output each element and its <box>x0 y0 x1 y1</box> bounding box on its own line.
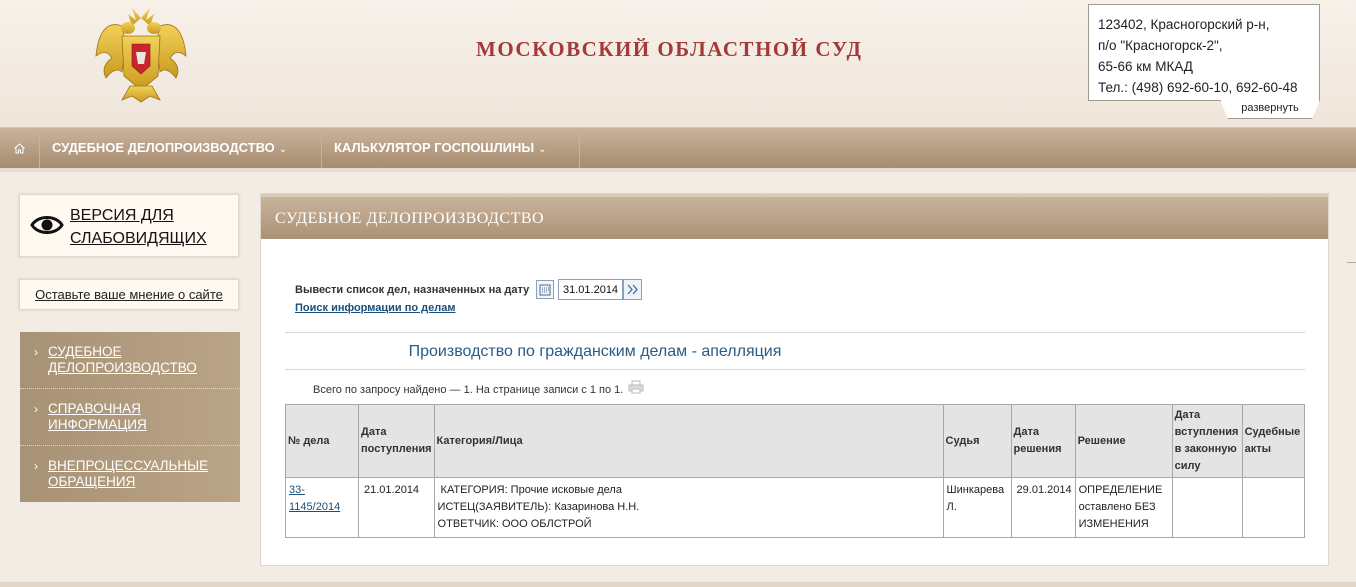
address-line: Тел.: (498) 692-60-10, 692-60-48 <box>1098 80 1298 95</box>
address-line: 123402, Красногорский р-н, <box>1098 17 1270 32</box>
sidebar-menu: › СУДЕБНОЕ ДЕЛОПРОИЗВОДСТВО › СПРАВОЧНАЯ… <box>20 332 240 502</box>
cell-acts <box>1241 477 1306 538</box>
cell-category: КАТЕГОРИЯ: Прочие исковые дела ИСТЕЦ(ЗАЯ… <box>433 477 944 538</box>
nav-item-label: СУДЕБНОЕ ДЕЛОПРОИЗВОДСТВО <box>52 140 275 155</box>
col-header-decision: Решение <box>1074 404 1173 478</box>
cell-decision-date: 29.01.2014 <box>1010 477 1076 538</box>
table-row: 33-1145/2014 21.01.2014 КАТЕГОРИЯ: Прочи… <box>285 477 1306 538</box>
cell-effective-date <box>1171 477 1243 538</box>
col-header-effective-date: Дата вступления в законную силу <box>1171 404 1243 478</box>
col-header-decision-date: Дата решения <box>1010 404 1076 478</box>
scrollbar-mark <box>1347 262 1356 263</box>
sidebar-item-label: СПРАВОЧНАЯ ИНФОРМАЦИЯ <box>48 401 147 432</box>
double-chevron-right-icon <box>627 284 638 295</box>
main-navbar: СУДЕБНОЕ ДЕЛОПРОИЗВОДСТВО ⌄ КАЛЬКУЛЯТОР Г… <box>0 127 1356 168</box>
feedback-link[interactable]: Оставьте ваше мнение о сайте <box>35 287 223 302</box>
feedback-box: Оставьте ваше мнение о сайте <box>19 279 239 310</box>
divider <box>285 332 1305 333</box>
address-box: 123402, Красногорский р-н, п/о "Красного… <box>1088 4 1320 101</box>
sidebar-item-label: СУДЕБНОЕ ДЕЛОПРОИЗВОДСТВО <box>48 344 197 375</box>
case-link[interactable]: 33-1145/2014 <box>289 484 340 513</box>
col-header-judge: Судья <box>942 404 1012 478</box>
sidebar-item-reference-info[interactable]: › СПРАВОЧНАЯ ИНФОРМАЦИЯ <box>20 389 240 446</box>
plaintiff-line: ИСТЕЦ(ЗАЯВИТЕЛЬ): Казаринова Н.Н. <box>437 501 640 513</box>
sidebar-item-court-proceedings[interactable]: › СУДЕБНОЕ ДЕЛОПРОИЗВОДСТВО <box>20 332 240 389</box>
nav-item-fee-calculator[interactable]: КАЛЬКУЛЯТОР ГОСПОШЛИНЫ ⌄ <box>322 128 580 168</box>
nav-item-court-proceedings[interactable]: СУДЕБНОЕ ДЕЛОПРОИЗВОДСТВО ⌄ <box>40 128 322 168</box>
cell-case-no: 33-1145/2014 <box>285 477 359 538</box>
expand-address-button[interactable]: развернуть <box>1220 100 1320 119</box>
results-count: Всего по запросу найдено — 1. На страниц… <box>313 384 624 396</box>
site-header: МОСКОВСКИЙ ОБЛАСТНОЙ СУД 123402, Красног… <box>0 0 1356 127</box>
footer-strip <box>0 582 1356 587</box>
defendant-line: ОТВЕТЧИК: ООО ОБЛСТРОЙ <box>437 518 592 530</box>
print-icon[interactable] <box>628 380 644 394</box>
col-header-acts: Судебные акты <box>1241 404 1306 478</box>
category-line: КАТЕГОРИЯ: Прочие исковые дела <box>440 484 622 496</box>
cell-judge: Шинкарева Л. <box>942 477 1012 538</box>
sidebar-item-appeals[interactable]: › ВНЕПРОЦЕССУАЛЬНЫЕ ОБРАЩЕНИЯ <box>20 446 240 503</box>
address-line: п/о "Красногорск-2", <box>1098 38 1223 53</box>
date-input[interactable] <box>558 279 623 300</box>
eye-icon <box>30 216 64 234</box>
coat-of-arms-icon <box>95 8 187 103</box>
date-filter-label: Вывести список дел, назначенных на дату <box>295 284 530 296</box>
case-search-link[interactable]: Поиск информации по делам <box>295 302 455 314</box>
divider <box>285 369 1305 370</box>
section-title: Производство по гражданским делам - апел… <box>408 343 782 360</box>
site-title: МОСКОВСКИЙ ОБЛАСТНОЙ СУД <box>476 37 863 61</box>
cell-received: 21.01.2014 <box>358 477 435 538</box>
chevron-right-icon: › <box>34 402 38 416</box>
nav-divider <box>0 168 1356 172</box>
col-header-case-no: № дела <box>285 404 359 478</box>
chevron-right-icon: › <box>34 345 38 359</box>
cell-decision: ОПРЕДЕЛЕНИЕ оставлено БЕЗ ИЗМЕНЕНИЯ <box>1074 477 1173 538</box>
visually-impaired-link[interactable]: ВЕРСИЯ ДЛЯ СЛАБОВИДЯЩИХ <box>70 204 235 250</box>
address-line: 65-66 км МКАД <box>1098 59 1193 74</box>
page-title: СУДЕБНОЕ ДЕЛОПРОИЗВОДСТВО <box>275 210 545 227</box>
chevron-down-icon: ⌄ <box>278 144 288 155</box>
chevron-down-icon: ⌄ <box>538 144 547 155</box>
visually-impaired-version[interactable]: ВЕРСИЯ ДЛЯ СЛАБОВИДЯЩИХ <box>19 194 239 257</box>
chevron-right-icon: › <box>34 459 38 473</box>
nav-item-label: КАЛЬКУЛЯТОР ГОСПОШЛИНЫ <box>334 140 535 155</box>
main-panel: СУДЕБНОЕ ДЕЛОПРОИЗВОДСТВО Вывести список… <box>260 193 1329 566</box>
sidebar-item-label: ВНЕПРОЦЕССУАЛЬНЫЕ ОБРАЩЕНИЯ <box>48 458 209 489</box>
col-header-category: Категория/Лица <box>433 404 944 478</box>
nav-home-button[interactable] <box>0 128 40 168</box>
calendar-icon[interactable] <box>536 280 554 299</box>
table-header-row: № дела Дата поступления Категория/Лица С… <box>285 404 1306 478</box>
col-header-received: Дата поступления <box>358 404 435 478</box>
home-icon <box>13 143 26 154</box>
cases-table: № дела Дата поступления Категория/Лица С… <box>285 404 1306 538</box>
date-submit-button[interactable] <box>623 279 642 300</box>
panel-header: СУДЕБНОЕ ДЕЛОПРОИЗВОДСТВО <box>261 194 1328 239</box>
